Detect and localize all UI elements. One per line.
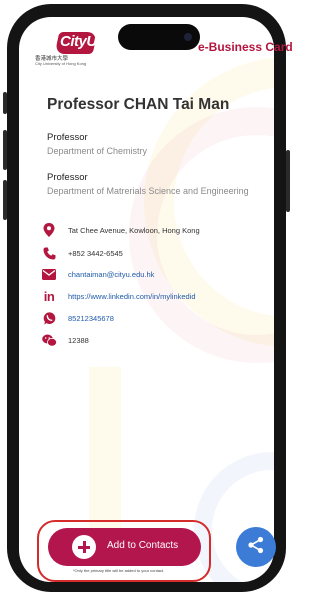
contact-wechat[interactable]: 12388 (41, 332, 89, 348)
position-title-2: Professor (47, 172, 88, 183)
phone-icon (41, 245, 57, 261)
action-button (3, 92, 7, 114)
contact-phone[interactable]: +852 3442-6545 (41, 245, 123, 261)
phone-text: +852 3442-6545 (68, 248, 123, 258)
position-department-2: Department of Matrerials Science and Eng… (47, 186, 249, 196)
decorative-arc-pink (129, 107, 274, 363)
linkedin-link[interactable]: https://www.linkedin.com/in/mylinkedid (68, 292, 196, 301)
wechat-icon (41, 332, 57, 348)
share-icon (247, 536, 265, 559)
contact-email[interactable]: chantaiman@cityu.edu.hk (41, 266, 154, 282)
position-department-1: Department of Chemistry (47, 146, 148, 156)
position-title-1: Professor (47, 132, 88, 143)
whatsapp-link[interactable]: 85212345678 (68, 314, 114, 323)
whatsapp-icon (41, 310, 57, 326)
linkedin-icon: in (43, 288, 55, 304)
address-text: Tat Chee Avenue, Kowloon, Hong Kong (68, 225, 200, 235)
profile-name: Professor CHAN Tai Man (47, 96, 230, 113)
wechat-id-text: 12388 (68, 335, 89, 345)
contact-linkedin[interactable]: in https://www.linkedin.com/in/mylinkedi… (41, 288, 196, 304)
location-icon (41, 222, 57, 238)
email-link[interactable]: chantaiman@cityu.edu.hk (68, 270, 154, 279)
contact-address[interactable]: Tat Chee Avenue, Kowloon, Hong Kong (41, 222, 200, 238)
contact-whatsapp[interactable]: 85212345678 (41, 310, 114, 326)
logo-english-name: City University of Hong Kong (35, 61, 87, 66)
share-button[interactable] (236, 527, 276, 567)
highlight-annotation (37, 520, 211, 582)
header-title: e-Business Card (198, 40, 293, 54)
logo-text: CityU (60, 33, 97, 50)
camera-dot (184, 33, 192, 41)
volume-up-button (3, 130, 7, 170)
email-icon (41, 266, 57, 282)
power-button (286, 150, 290, 212)
volume-down-button (3, 180, 7, 220)
